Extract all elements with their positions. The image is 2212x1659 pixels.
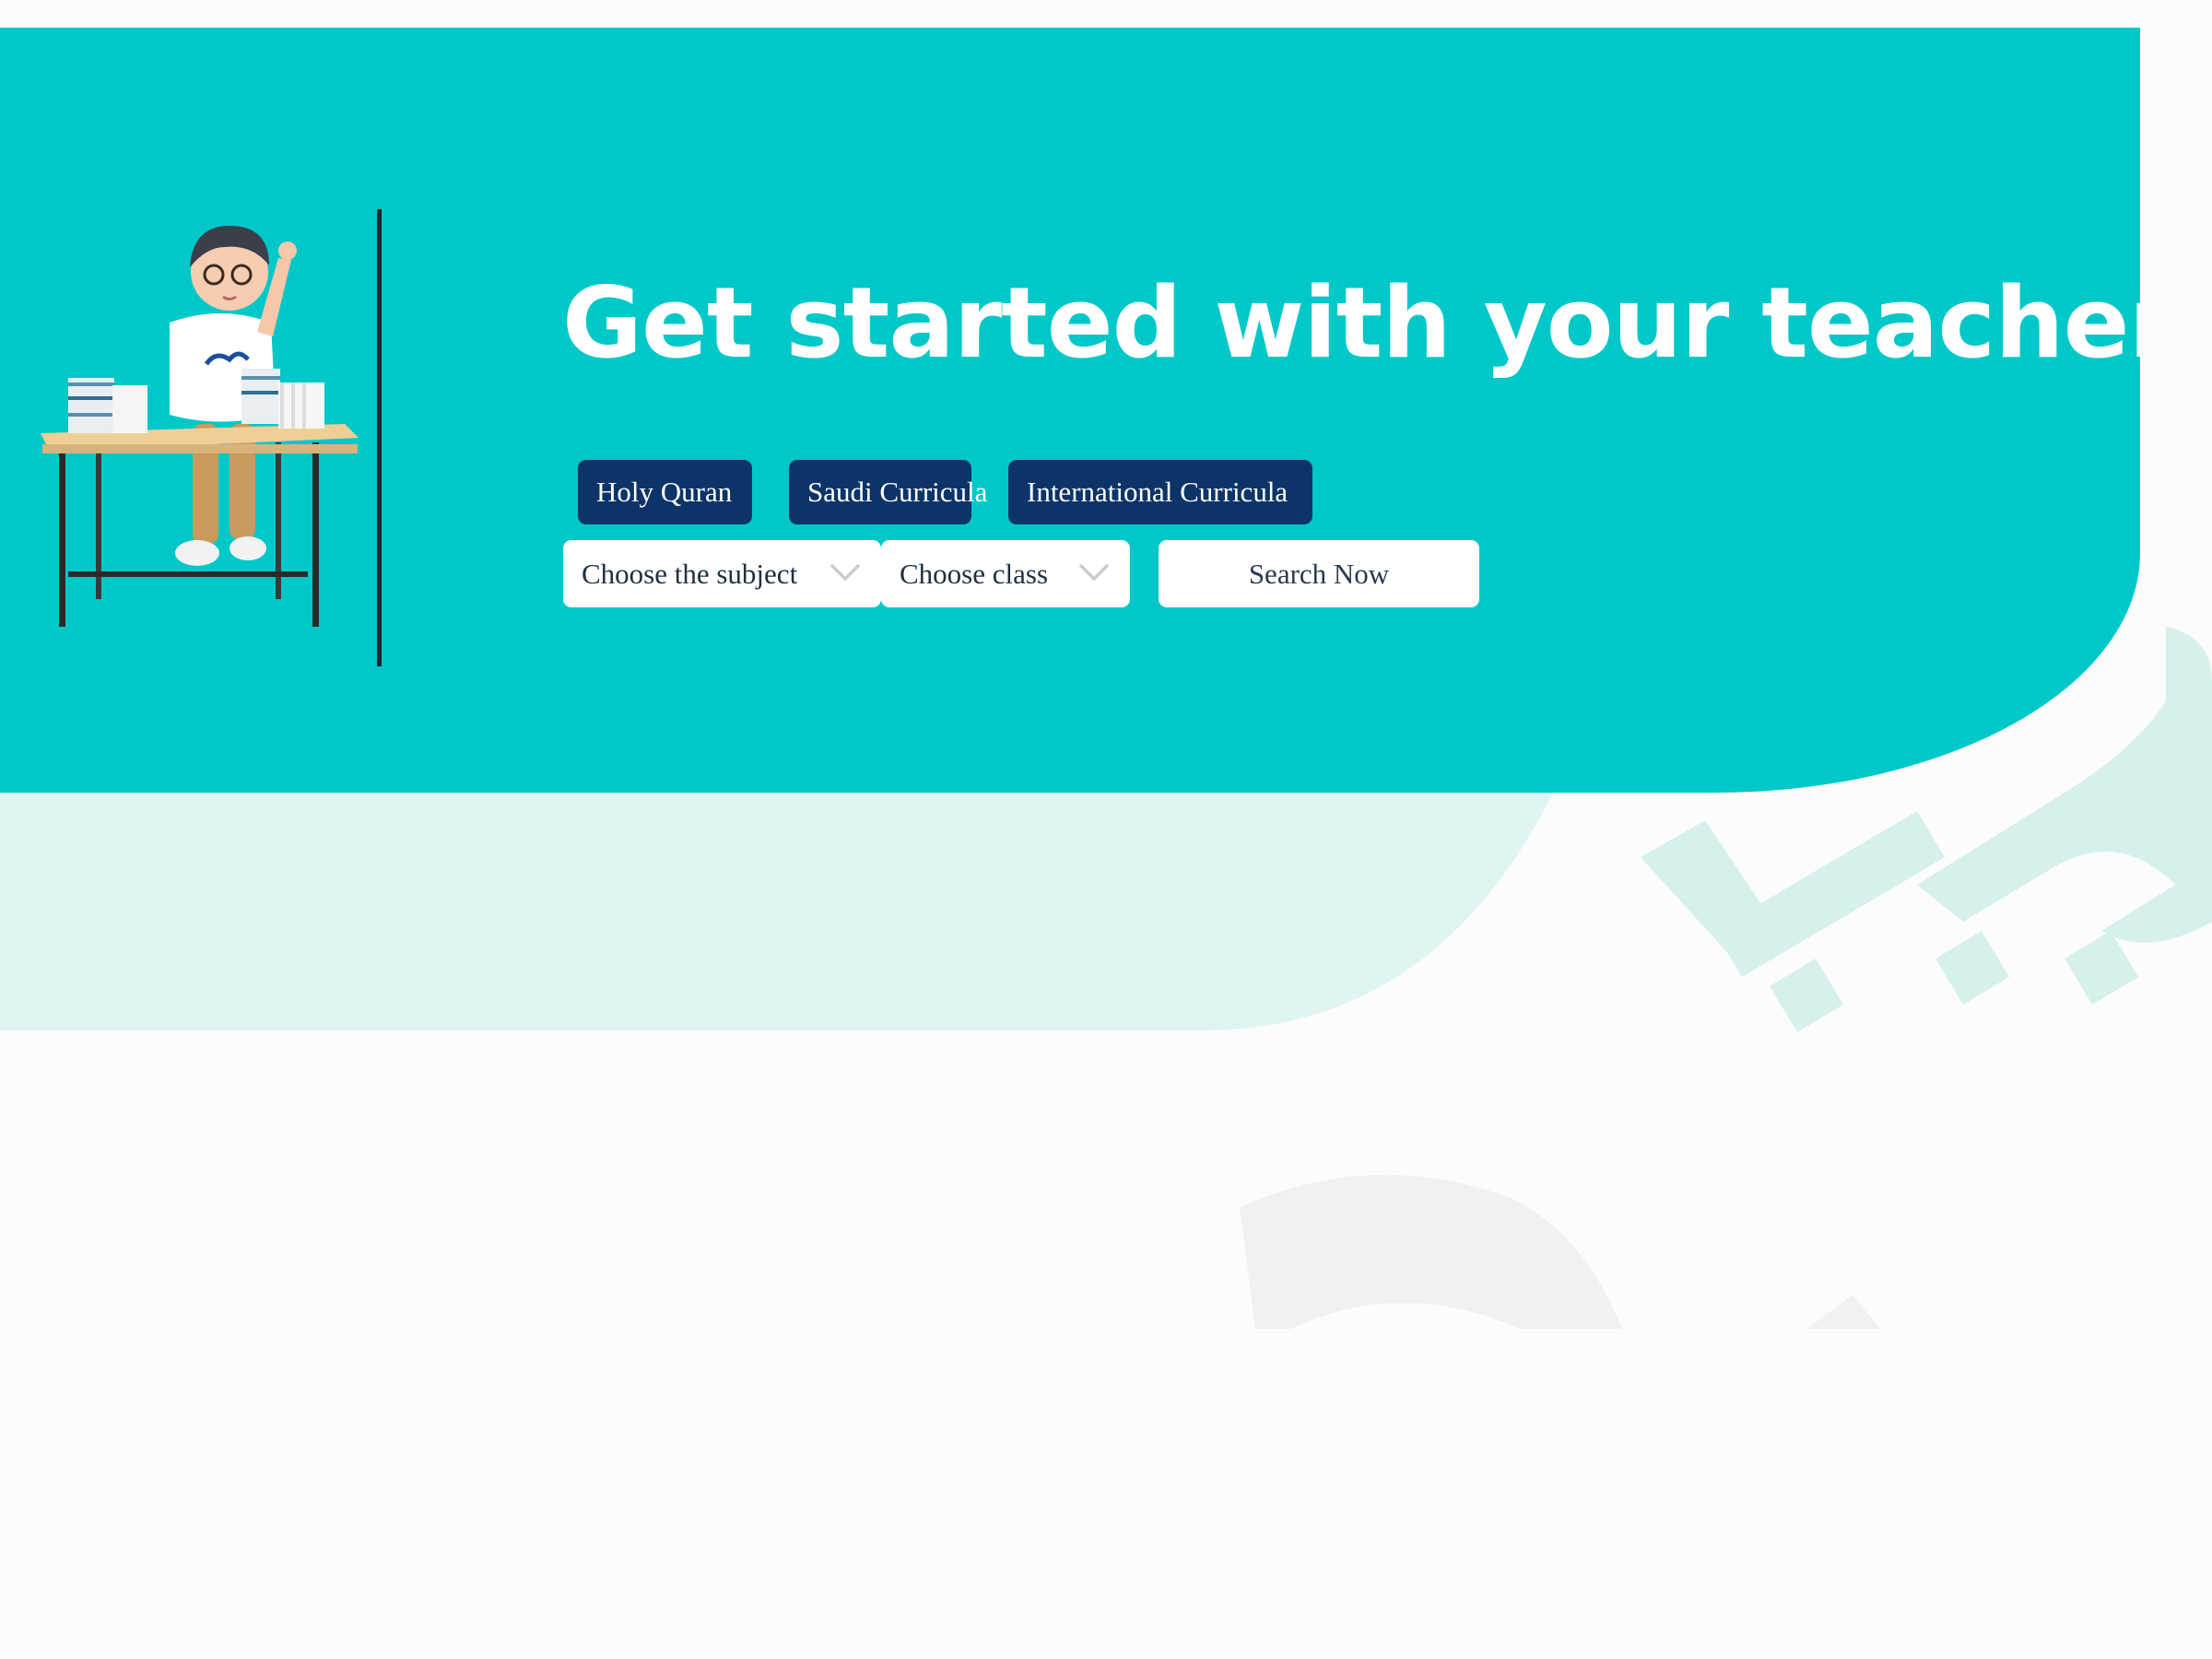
chevron-down-icon [830,564,860,582]
international-curricula-button[interactable]: International Curricula [1008,460,1312,524]
vertical-divider [377,209,382,666]
teacher-illustration [41,226,359,627]
class-select[interactable]: Choose class [881,540,1130,607]
holy-quran-button[interactable]: Holy Quran [578,460,752,524]
search-now-button[interactable]: Search Now [1159,540,1479,607]
subject-select-value: Choose the subject [582,557,798,590]
chevron-down-icon [1079,564,1109,582]
page: Get started with your teacher Holy Quran… [0,0,2212,1659]
light-teal-band [0,783,1558,1031]
subject-select[interactable]: Choose the subject [563,540,881,607]
category-buttons: Holy Quran Saudi Curricula International… [578,460,1312,524]
hero-heading: Get started with your teacher [562,266,2140,380]
hero-banner: Get started with your teacher Holy Quran… [0,28,2140,793]
class-select-value: Choose class [900,557,1049,590]
gray-watermark [1240,1174,1880,1329]
saudi-curricula-button[interactable]: Saudi Curricula [789,460,987,524]
